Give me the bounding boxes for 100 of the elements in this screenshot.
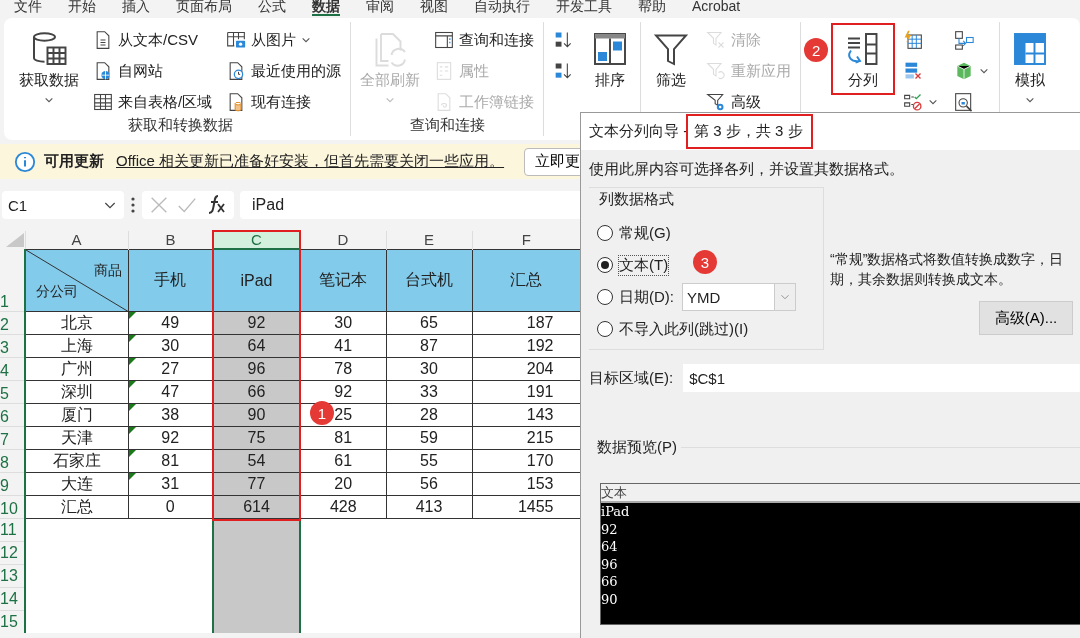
caret-icon: [928, 97, 939, 107]
row-number[interactable]: 7: [0, 426, 25, 450]
table-cell: 31: [128, 472, 213, 496]
ribbon-button[interactable]: 自网站: [89, 57, 217, 85]
ribbon-button[interactable]: 模拟: [1005, 26, 1056, 108]
ribbon-button[interactable]: 现有连接: [222, 88, 346, 116]
table-cell: 81: [300, 426, 386, 450]
corner-label: 分公司: [36, 283, 78, 301]
consolidate-icon: [954, 30, 975, 50]
ribbon-button[interactable]: 来自表格/区域: [89, 88, 217, 116]
table-cell: 65: [386, 311, 472, 335]
flash-fill-icon: [903, 30, 924, 50]
row-number[interactable]: 6: [0, 403, 25, 427]
row-number[interactable]: 2: [0, 311, 25, 335]
ribbon-button[interactable]: 从文本/CSV: [89, 26, 217, 54]
row-number[interactable]: 4: [0, 357, 25, 381]
header-cell: 台式机: [386, 249, 472, 312]
column-header[interactable]: E: [386, 231, 472, 249]
corner-label: 商品: [93, 261, 122, 280]
menu-tab[interactable]: 开始: [68, 0, 96, 16]
advanced-button[interactable]: 高级(A)...: [979, 301, 1073, 335]
menu-tab[interactable]: Acrobat: [692, 0, 741, 16]
table-cell: 30: [128, 334, 213, 358]
destination-field[interactable]: $C$1: [683, 364, 1080, 392]
ribbon-button[interactable]: 分列: [834, 26, 893, 92]
data-validation-icon: [903, 92, 924, 112]
advanced-filter-icon: [706, 92, 727, 112]
table-cell: 深圳: [25, 380, 128, 404]
group-title: 列数据格式: [599, 190, 675, 209]
column-header[interactable]: F: [472, 231, 580, 249]
more-icon: [130, 195, 136, 215]
row-number[interactable]: 1: [0, 249, 25, 312]
row-number[interactable]: 15: [0, 610, 25, 633]
clear-filter-icon: [706, 30, 727, 50]
description-text: “常规”数据格式将数值转换成数字，日: [830, 250, 1065, 269]
table-cell: 27: [128, 357, 213, 381]
radio-option[interactable]: 日期(D):: [597, 287, 674, 307]
caret-icon: [44, 95, 54, 105]
radio-option[interactable]: 文本(T): [597, 255, 669, 275]
ribbon-button[interactable]: 高级: [702, 88, 796, 116]
row-number[interactable]: 10: [0, 495, 25, 519]
preview-value: iPad: [601, 503, 631, 521]
table-cell: 87: [386, 334, 472, 358]
preview-value: 64: [601, 538, 619, 556]
table-cell: 49: [128, 311, 213, 335]
name-box[interactable]: C1: [2, 191, 124, 219]
column-header[interactable]: B: [128, 231, 213, 249]
ribbon-button[interactable]: 从图片: [222, 26, 346, 54]
preview-value: 96: [601, 555, 619, 574]
caret-icon: [301, 35, 312, 45]
row-number[interactable]: 3: [0, 334, 25, 358]
table-cell: 石家庄: [25, 449, 128, 473]
table-cell: 428: [300, 495, 386, 519]
menu-tab[interactable]: 插入: [122, 0, 150, 16]
menu-tab[interactable]: 开发工具: [556, 0, 612, 16]
menu-tab[interactable]: 帮助: [638, 0, 666, 16]
table-cell: 20: [300, 472, 386, 496]
row-number[interactable]: 12: [0, 541, 25, 565]
table-cell: 55: [386, 449, 472, 473]
formula-value: iPad: [252, 196, 285, 214]
update-link[interactable]: Office 相关更新已准备好安装，但首先需要关闭一些应用。: [116, 152, 505, 171]
column-header[interactable]: A: [25, 231, 128, 249]
date-format-dropdown[interactable]: YMD: [682, 283, 796, 311]
step-indicator: 第 3 步，共 3 步: [688, 116, 811, 147]
header-cell: 笔记本: [300, 249, 386, 312]
instruction-text: 使用此屏内容可选择各列，并设置其数据格式。: [589, 160, 905, 179]
field-label: 目标区域(E):: [589, 368, 674, 388]
radio-option[interactable]: 不导入此列(跳过)(I): [597, 319, 749, 339]
magnifier-icon: [954, 92, 975, 112]
row-number[interactable]: 13: [0, 564, 25, 588]
row-number[interactable]: 8: [0, 449, 25, 473]
table-cell: 上海: [25, 334, 128, 358]
info-icon: [14, 150, 36, 173]
header-cell: 汇总: [472, 249, 580, 312]
header-cell: iPad: [213, 249, 300, 312]
ribbon-button[interactable]: 排序: [585, 26, 636, 92]
row-number[interactable]: 9: [0, 472, 25, 496]
group-label: 获取和转换数据: [126, 116, 234, 135]
row-number[interactable]: 5: [0, 380, 25, 404]
menu-tab[interactable]: 视图: [420, 0, 448, 16]
ribbon-button[interactable]: 最近使用的源: [222, 57, 346, 85]
row-number[interactable]: 11: [0, 518, 25, 542]
menu-tab[interactable]: 文件: [14, 0, 42, 16]
ribbon-button[interactable]: 查询和连接: [430, 26, 539, 54]
menu-tab[interactable]: 数据: [312, 0, 340, 16]
radio-option[interactable]: 常规(G): [597, 223, 671, 243]
preview-value: 92: [601, 520, 619, 539]
caret-icon: [385, 95, 396, 105]
menu-tab[interactable]: 页面布局: [176, 0, 232, 16]
group-label: 查询和连接: [408, 116, 486, 135]
remove-duplicates-icon: [903, 61, 924, 81]
menu-tab[interactable]: 公式: [258, 0, 286, 16]
table-cell: 92: [128, 426, 213, 450]
menu-tab[interactable]: 自动执行: [474, 0, 530, 16]
column-header[interactable]: D: [300, 231, 386, 249]
ribbon-button[interactable]: 筛选: [646, 26, 697, 92]
table-cell: 38: [128, 403, 213, 427]
ribbon-button[interactable]: 获取数据: [15, 26, 83, 108]
table-cell: 56: [386, 472, 472, 496]
row-number[interactable]: 14: [0, 587, 25, 611]
